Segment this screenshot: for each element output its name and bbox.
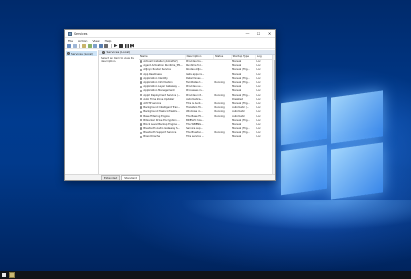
services-taskbar-icon[interactable] <box>9 272 15 278</box>
service-status-cell <box>214 135 232 139</box>
menu-file[interactable]: File <box>68 39 73 43</box>
tree-item-label: Services (Local) <box>71 51 94 56</box>
minimize-button[interactable]: — <box>242 30 253 38</box>
toolbar-separator <box>110 43 111 48</box>
service-name-text: Application Identity <box>143 76 168 80</box>
title-bar[interactable]: Services — ☐ ✕ <box>65 30 275 38</box>
menu-help[interactable]: Help <box>105 39 112 43</box>
service-name-text: Bluetooth Audio Gateway S... <box>143 127 181 131</box>
windows-logo-pane <box>331 142 383 200</box>
description-panel: Select an item to view its description. <box>101 57 134 63</box>
help-icon[interactable] <box>98 43 103 48</box>
refresh-icon[interactable] <box>87 43 92 48</box>
details-content: Select an item to view its description. … <box>99 55 275 174</box>
services-table: Name Description Status Startup Type Log… <box>139 55 275 139</box>
windows-logo-pane <box>281 144 327 196</box>
console-tree: Services (Local) <box>65 50 99 174</box>
service-name-text: Background Tasks Infrastru... <box>143 110 180 114</box>
taskbar <box>0 271 411 279</box>
wallpaper-light-floor <box>180 200 411 230</box>
start-service-icon[interactable] <box>113 43 118 48</box>
windows-logo-pane <box>331 90 383 144</box>
service-gear-icon <box>140 60 143 63</box>
gear-icon <box>102 50 105 54</box>
restart-service-icon[interactable] <box>130 43 134 48</box>
details-header-title: Services (Local) <box>106 50 131 54</box>
service-name-text: Application Management <box>143 89 175 93</box>
scrollbar-thumb[interactable] <box>273 60 275 100</box>
service-name-cell: BitLocker Drive Encryption ... <box>139 118 185 122</box>
properties-icon[interactable] <box>104 43 108 48</box>
services-window[interactable]: Services — ☐ ✕ File Action View Help Ser… <box>64 29 276 181</box>
service-startup-type-cell: Manual <box>232 135 242 139</box>
service-name-text: BranchCache <box>143 135 160 139</box>
tab-extended[interactable]: Extended <box>101 175 121 180</box>
gear-icon <box>67 52 70 55</box>
services-list[interactable]: Name Description Status Startup Type Log… <box>139 55 275 174</box>
service-gear-icon <box>140 110 143 114</box>
service-name-text: AVCTP service <box>143 101 162 105</box>
windows-start-icon[interactable] <box>1 272 7 278</box>
service-name-text: Application Information <box>143 81 173 85</box>
service-gear-icon <box>140 131 143 134</box>
service-name-text: AppX Deployment Service (... <box>143 93 181 97</box>
service-name-text: Base Filtering Engine <box>143 114 170 118</box>
service-gear-icon <box>140 98 143 101</box>
windows-logo-pane <box>281 96 327 146</box>
service-gear-icon <box>140 123 143 126</box>
service-name-text: Agent Activation Runtime_5f1... <box>143 64 184 68</box>
service-gear-icon <box>140 77 143 80</box>
service-name-cell: AppX Deployment Service (... <box>139 93 185 97</box>
service-gear-icon <box>140 85 143 88</box>
service-name-text: AllJoyn Router Service <box>143 68 171 72</box>
service-name-cell: Block Level Backup Engine ... <box>139 122 185 126</box>
forward-icon[interactable] <box>72 43 77 48</box>
export-list-icon[interactable] <box>93 43 97 48</box>
menu-action[interactable]: Action <box>78 39 87 43</box>
service-gear-icon <box>140 64 143 67</box>
service-gear-icon <box>140 114 143 118</box>
service-name-text: Application Layer Gateway ... <box>143 85 181 89</box>
service-description-cell: This service ... <box>186 135 205 139</box>
service-name-text: Bluetooth Support Service <box>143 131 177 135</box>
vertical-scrollbar[interactable] <box>272 55 275 174</box>
service-gear-icon <box>140 93 143 97</box>
pause-service-icon[interactable] <box>124 43 129 48</box>
show-hide-tree-icon[interactable] <box>82 43 86 48</box>
service-gear-icon <box>140 102 143 105</box>
services-app-icon <box>68 31 72 36</box>
service-gear-icon <box>140 89 143 93</box>
service-gear-icon <box>140 135 143 139</box>
service-gear-icon <box>140 106 143 109</box>
details-pane: Services (Local) Select an item to view … <box>99 50 275 174</box>
service-gear-icon <box>140 72 143 76</box>
service-gear-icon <box>140 127 143 130</box>
tab-standard[interactable]: Standard <box>121 175 141 180</box>
back-icon[interactable] <box>67 43 71 48</box>
service-name-text: App Readiness <box>143 72 162 76</box>
menu-view[interactable]: View <box>92 39 99 43</box>
tree-item-services-local[interactable]: Services (Local) <box>66 51 97 56</box>
service-name-cell: BranchCache <box>139 135 185 139</box>
service-name-text: Auto Time Zone Updater <box>143 97 175 101</box>
close-button[interactable]: ✕ <box>264 30 275 38</box>
stop-service-icon[interactable] <box>119 43 123 48</box>
service-gear-icon <box>140 119 143 122</box>
service-name-text: ActiveX Installer (AxInstSV) <box>143 60 178 64</box>
service-name-text: Block Level Backup Engine ... <box>143 122 181 126</box>
service-gear-icon <box>140 81 143 84</box>
toolbar-separator <box>79 43 80 48</box>
toolbar <box>65 43 275 49</box>
service-name-text: Background Intelligent Tran... <box>143 106 181 110</box>
service-row[interactable]: BranchCache This service ... Manual Loc <box>139 135 275 139</box>
window-title: Services <box>74 31 88 36</box>
maximize-button[interactable]: ☐ <box>253 30 264 38</box>
service-gear-icon <box>140 68 143 72</box>
view-tabs: Extended Standard <box>65 174 275 180</box>
service-name-text: BitLocker Drive Encryption ... <box>143 118 180 122</box>
service-name-cell: Background Tasks Infrastru... <box>139 110 185 114</box>
window-body: Services (Local) Services (Local) Select… <box>65 50 275 174</box>
